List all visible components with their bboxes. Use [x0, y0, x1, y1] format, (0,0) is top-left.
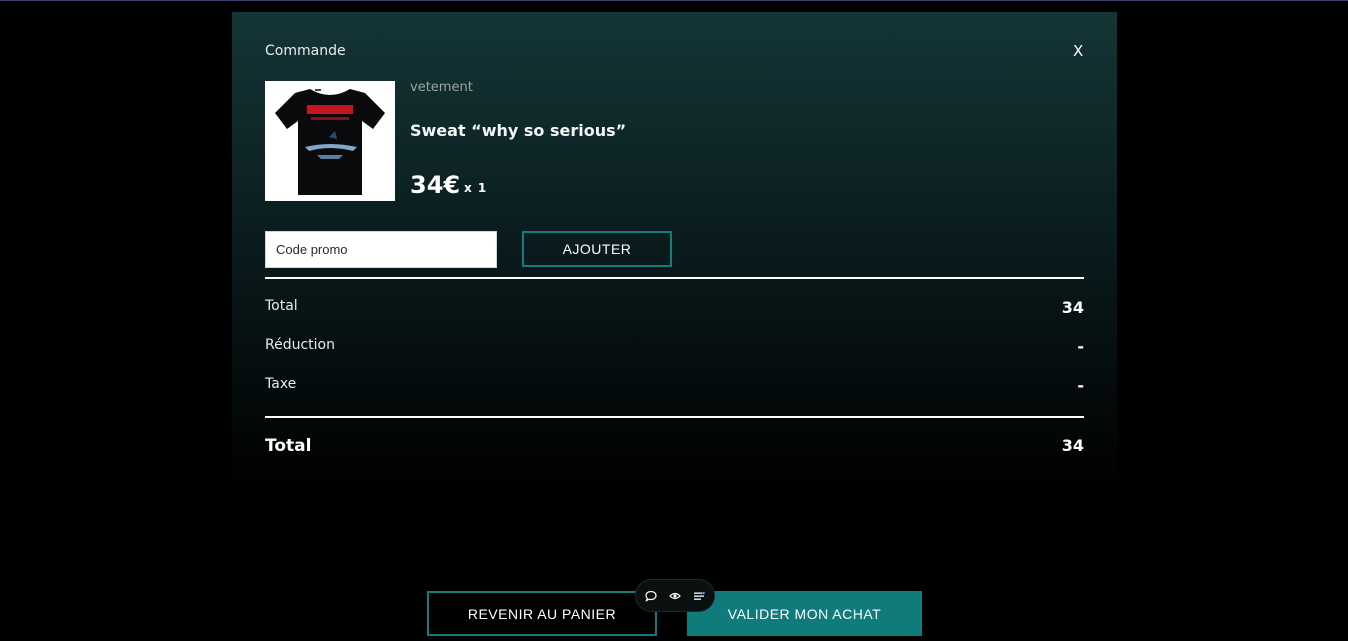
summary-divider-top: [265, 277, 1084, 279]
final-total-label: Total: [265, 436, 312, 456]
product-category: vetement: [410, 80, 473, 95]
summary-label: Total: [265, 298, 298, 314]
summary-value: -: [1077, 337, 1084, 356]
floating-toolbar: [635, 579, 715, 612]
top-border-line: [0, 0, 1348, 1]
summary-divider-bottom: [265, 416, 1084, 418]
add-promo-button[interactable]: AJOUTER: [522, 231, 672, 267]
product-image: [265, 81, 395, 201]
product-name: Sweat “why so serious”: [410, 121, 627, 140]
order-modal: Commande X vetement Sweat “why so seriou…: [232, 12, 1117, 492]
product-quantity: x 1: [464, 181, 488, 195]
summary-row-final-total: Total 34: [265, 436, 1084, 456]
summary-row-total: Total 34: [265, 298, 1084, 318]
final-total-value: 34: [1061, 436, 1084, 455]
summary-value: 34: [1061, 298, 1084, 317]
comment-icon[interactable]: [645, 590, 657, 602]
promo-code-input[interactable]: [265, 231, 497, 268]
product-price: 34€: [410, 171, 461, 199]
list-icon[interactable]: [693, 590, 705, 602]
batman-tshirt-image: [265, 81, 395, 201]
back-to-cart-button[interactable]: REVENIR AU PANIER: [427, 591, 657, 636]
eye-icon[interactable]: [669, 590, 681, 602]
summary-value: -: [1077, 376, 1084, 395]
close-button[interactable]: X: [1073, 42, 1083, 60]
summary-row-tax: Taxe -: [265, 376, 1084, 396]
validate-purchase-button[interactable]: VALIDER MON ACHAT: [687, 591, 922, 636]
summary-label: Réduction: [265, 337, 335, 353]
summary-row-reduction: Réduction -: [265, 337, 1084, 357]
summary-label: Taxe: [265, 376, 297, 392]
modal-title: Commande: [265, 43, 346, 59]
